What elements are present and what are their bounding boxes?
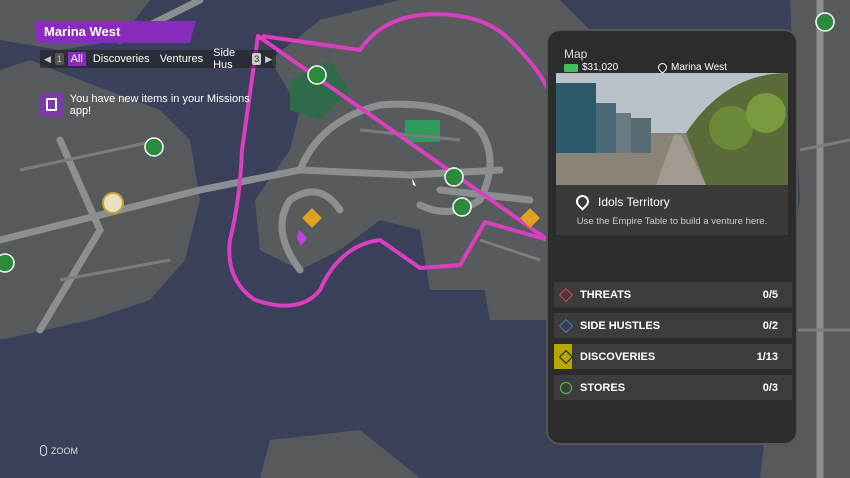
territory-info: Idols Territory Use the Empire Table to … xyxy=(556,185,788,235)
threat-diamond-icon xyxy=(558,287,574,302)
row-count: 0/3 xyxy=(762,381,778,394)
tab-ventures[interactable]: Ventures xyxy=(157,52,206,66)
money-value: $31,020 xyxy=(582,62,619,73)
arrow-left-icon[interactable]: ◀ xyxy=(44,54,51,65)
location-pin-icon xyxy=(656,61,669,74)
row-label: STORES xyxy=(580,381,626,394)
panel-title: Map xyxy=(564,47,588,61)
map-filter-bar: ◀ 1 All Discoveries Ventures Side Hus 3 … xyxy=(40,47,276,71)
row-threats[interactable]: THREATS 0/5 xyxy=(554,282,792,307)
row-count: 1/13 xyxy=(756,350,778,363)
tab-discoveries[interactable]: Discoveries xyxy=(90,52,153,66)
key-hint-left: 1 xyxy=(54,53,64,65)
tab-all[interactable]: All xyxy=(67,52,86,66)
territory-pin-icon xyxy=(573,192,592,211)
arrow-right-icon[interactable]: ▶ xyxy=(265,54,272,65)
row-label: SIDE HUSTLES xyxy=(580,319,661,332)
cash-icon xyxy=(564,63,578,72)
panel-header: Map $31,020 Marina West xyxy=(548,31,796,74)
row-side-hustles[interactable]: SIDE HUSTLES 0/2 xyxy=(554,313,792,338)
store-marker-icon[interactable] xyxy=(144,137,164,157)
row-count: 0/2 xyxy=(762,319,778,332)
side-hustle-diamond-icon xyxy=(558,318,574,333)
store-marker-icon[interactable] xyxy=(0,253,15,273)
zoom-hint: ZOOM xyxy=(40,445,78,456)
row-label: THREATS xyxy=(580,288,632,301)
money-display: $31,020 xyxy=(564,62,618,73)
store-shield-icon xyxy=(560,381,572,394)
missions-notification[interactable]: You have new items in your Missions app! xyxy=(40,92,272,118)
zoom-label: ZOOM xyxy=(51,445,78,456)
territory-photo xyxy=(556,73,788,185)
store-marker-icon[interactable] xyxy=(452,197,472,217)
territory-name: Idols Territory xyxy=(598,195,670,209)
key-hint-right: 3 xyxy=(252,53,262,65)
row-discoveries[interactable]: DISCOVERIES 1/13 xyxy=(554,344,792,369)
discovery-marker-icon[interactable] xyxy=(102,192,124,214)
notification-text: You have new items in your Missions app! xyxy=(69,93,250,117)
row-count: 0/5 xyxy=(762,288,778,301)
row-label: DISCOVERIES xyxy=(580,350,656,363)
missions-app-icon xyxy=(40,93,64,117)
territory-description: Use the Empire Table to build a venture … xyxy=(576,216,768,227)
panel-location: Marina West xyxy=(656,61,727,74)
store-marker-icon[interactable] xyxy=(815,12,835,32)
store-marker-icon[interactable] xyxy=(307,65,327,85)
tab-side-hustles[interactable]: Side Hus xyxy=(210,46,248,72)
row-stores[interactable]: STORES 0/3 xyxy=(554,375,792,400)
map-info-panel: Map $31,020 Marina West Idols Territory … xyxy=(546,29,798,445)
location-title: Marina West xyxy=(36,21,196,43)
store-marker-icon[interactable] xyxy=(444,167,464,187)
panel-location-name: Marina West xyxy=(671,62,727,73)
mouse-icon xyxy=(40,445,47,456)
